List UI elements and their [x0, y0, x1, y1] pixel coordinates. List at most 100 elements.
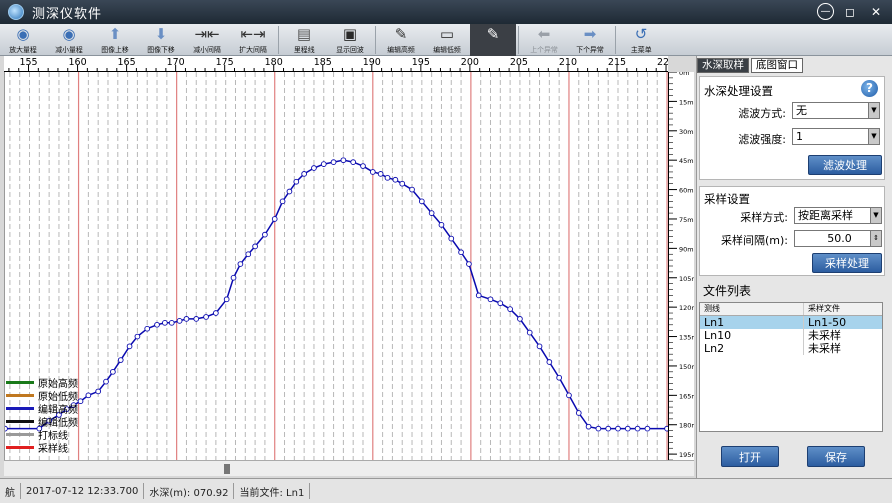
toolbar-button-main-menu[interactable]: ↺ 主菜单 [618, 24, 664, 56]
toolbar-button-arrow-up[interactable]: ⬆ 图像上移 [92, 24, 138, 56]
toolbar-button-edit-low-freq[interactable]: ▭ 编辑低频 [424, 24, 470, 56]
depth-tick-label: 45m [679, 157, 694, 165]
toolbar-button-prev-anomaly[interactable]: ⬅ 上个异常 [521, 24, 567, 56]
toolbar-button-widen-interval[interactable]: ⇤⇥ 扩大间隔 [230, 24, 276, 56]
column-header-line[interactable]: 测线 [700, 303, 804, 315]
data-point [126, 343, 133, 350]
data-point [134, 333, 141, 340]
depth-tick-label: 60m [679, 187, 694, 195]
scrollbar-thumb[interactable] [224, 464, 230, 474]
table-row[interactable]: Ln2 未采样 [700, 342, 882, 355]
edit-high-freq-icon: ✎ [394, 25, 408, 43]
sampling-interval-input[interactable]: 50.0 ⇕ [794, 230, 882, 247]
status-timestamp: 2017-07-12 12:33.700 [21, 483, 145, 499]
data-point [237, 261, 244, 267]
depth-tick-label: 15m [679, 98, 694, 106]
chart-legend: 原始高频 原始低频 编辑高频 编辑低频 打标线 采样线 [6, 376, 78, 455]
toolbar-button-edit-high-freq[interactable]: ✎ 编辑高频 [378, 24, 424, 56]
toolbar-button-zoom-in[interactable]: ◉ 放大量程 [0, 24, 46, 56]
sampling-method-label: 采样方式: [740, 211, 788, 224]
toolbar-button-narrow-interval[interactable]: ⇥⇤ 减小间隔 [184, 24, 230, 56]
toolbar-button-label: 编辑高频 [387, 45, 415, 54]
depth-tick-label: 120m [679, 304, 694, 312]
data-point [526, 329, 533, 336]
filter-method-label: 滤波方式: [738, 107, 786, 120]
help-icon[interactable]: ? [861, 80, 878, 97]
data-point [466, 261, 472, 267]
file-list-table: 测线 采样文件 Ln1 Ln1-50 Ln10 未采样 Ln2 未采样 [699, 302, 883, 432]
data-point [360, 163, 366, 169]
legend-swatch [6, 407, 34, 410]
ruler-tick-label: 175 [216, 57, 234, 68]
filter-process-button[interactable]: 滤波处理 [808, 155, 882, 175]
data-point [77, 398, 84, 405]
ruler-tick-label: 160 [68, 57, 86, 68]
depth-tick-label: 135m [679, 334, 694, 342]
sampling-method-value: 按距离采样 [798, 209, 853, 222]
data-point [605, 425, 612, 432]
ruler-tick-label: 180 [265, 57, 283, 68]
horizontal-scrollbar[interactable] [4, 460, 694, 476]
sampling-method-select[interactable]: 按距离采样 ▼ [794, 207, 882, 224]
sampling-process-button[interactable]: 采样处理 [812, 253, 882, 273]
row-line-name: Ln2 [700, 342, 804, 355]
toolbar-button-label: 扩大间隔 [239, 45, 267, 54]
data-point [350, 159, 357, 165]
spinner-icon[interactable]: ⇕ [870, 231, 881, 246]
toolbar-button-echo-display[interactable]: ▣ 显示回波 [327, 24, 373, 56]
data-point [262, 231, 268, 238]
depth-tick-label: 30m [679, 128, 694, 136]
legend-swatch [6, 446, 34, 449]
tab-basemap-window[interactable]: 底图窗口 [751, 58, 803, 73]
data-point [213, 310, 219, 316]
data-point [144, 325, 151, 332]
data-point [369, 169, 376, 175]
data-point [428, 210, 435, 216]
data-point [556, 374, 563, 381]
data-point [301, 171, 307, 177]
toolbar-button-zoom-out[interactable]: ◉ 减小量程 [46, 24, 92, 56]
status-depth: 水深(m): 070.92 [144, 483, 235, 499]
echo-display-icon: ▣ [342, 25, 358, 43]
close-icon[interactable]: ✕ [866, 3, 886, 21]
file-list-title: 文件列表 [703, 284, 752, 298]
toolbar-button-next-anomaly[interactable]: ➡ 下个异常 [567, 24, 613, 56]
filter-method-select[interactable]: 无 ▼ [792, 102, 880, 119]
table-row[interactable]: Ln1 Ln1-50 [700, 316, 882, 329]
legend-label: 采样线 [38, 444, 68, 455]
data-point [448, 235, 455, 242]
tab-depth-sampling[interactable]: 水深取样 [697, 58, 749, 73]
filter-strength-value: 1 [796, 130, 803, 143]
chevron-down-icon: ▼ [868, 103, 879, 118]
toolbar-button-arrow-down[interactable]: ⬇ 图像下移 [138, 24, 184, 56]
maximize-icon[interactable]: ◻ [840, 3, 860, 21]
open-button[interactable]: 打开 [721, 446, 779, 467]
data-point [154, 321, 160, 328]
data-point [103, 378, 109, 385]
file-list-header: 测线 采样文件 [700, 303, 882, 316]
minimize-icon[interactable]: — [817, 3, 834, 20]
data-point [384, 174, 391, 181]
toolbar-button-mileage-line[interactable]: ▤ 里程线 [281, 24, 327, 56]
data-point [536, 343, 543, 350]
filter-strength-select[interactable]: 1 ▼ [792, 128, 880, 145]
data-point [340, 157, 347, 164]
depth-tick-label: 165m [679, 392, 694, 400]
toolbar-separator [615, 26, 616, 54]
window-title: 测深仪软件 [32, 6, 103, 22]
toolbar-button-label: 减小量程 [55, 45, 83, 54]
toolbar-button-pen-edit[interactable]: ✎ [470, 24, 516, 56]
toolbar-button-label: 下个异常 [576, 45, 604, 54]
column-header-sample-file[interactable]: 采样文件 [804, 303, 874, 315]
sampling-settings-title: 采样设置 [704, 192, 750, 206]
status-current-file: 当前文件: Ln1 [234, 483, 311, 499]
data-point [117, 357, 124, 363]
depth-profile-chart[interactable] [4, 72, 668, 460]
legend-item: 采样线 [6, 441, 78, 455]
data-point [409, 186, 415, 193]
save-button[interactable]: 保存 [807, 446, 865, 467]
data-point [293, 178, 300, 185]
pen-edit-icon: ✎ [486, 25, 500, 43]
data-point [85, 392, 92, 399]
table-row[interactable]: Ln10 未采样 [700, 329, 882, 342]
